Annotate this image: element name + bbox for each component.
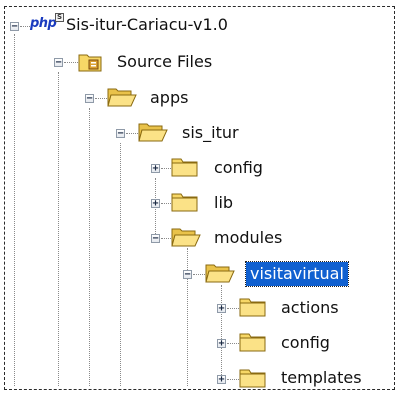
expand-toggle[interactable]: + <box>217 304 226 314</box>
tree-branch-line <box>227 308 239 309</box>
tree-node-label[interactable]: sis_itur <box>182 123 239 143</box>
project-name-label[interactable]: Sis-itur-Cariacu-v1.0 <box>66 15 228 35</box>
closed-folder-icon <box>239 367 267 393</box>
tree-branch-line <box>95 98 107 99</box>
open-folder-icon <box>205 262 235 288</box>
closed-folder-icon <box>171 156 199 182</box>
tree-node-label[interactable]: config <box>214 158 263 178</box>
php-project-subicon: S <box>55 13 64 22</box>
tree-node-label[interactable]: actions <box>281 298 339 318</box>
expand-toggle[interactable]: + <box>217 339 226 349</box>
collapse-toggle[interactable]: − <box>151 234 160 244</box>
collapse-toggle[interactable]: − <box>85 94 94 104</box>
tree-branch-line <box>161 238 171 239</box>
tree-branch-line <box>20 26 30 27</box>
collapse-toggle[interactable]: − <box>10 22 19 32</box>
tree-branch-line <box>64 62 78 63</box>
closed-folder-icon <box>239 296 267 322</box>
tree-guide-line <box>221 285 222 381</box>
tree-node-label[interactable]: Source Files <box>117 52 212 72</box>
open-folder-icon <box>171 226 201 252</box>
tree-node-label[interactable]: config <box>281 333 330 353</box>
selected-tree-node-label[interactable]: visitavirtual <box>245 261 349 287</box>
tree-node-label[interactable]: templates <box>281 368 362 388</box>
expand-toggle[interactable]: + <box>217 375 226 385</box>
tree-branch-line <box>126 133 138 134</box>
tree-branch-line <box>227 379 239 380</box>
tree-node-label[interactable]: lib <box>214 193 233 213</box>
source-files-folder-icon <box>78 51 104 77</box>
open-folder-icon <box>138 121 168 147</box>
collapse-toggle[interactable]: − <box>116 129 125 139</box>
tree-branch-line <box>227 343 239 344</box>
tree-guide-line <box>89 108 90 386</box>
tree-guide-line <box>14 34 15 386</box>
tree-branch-line <box>161 203 171 204</box>
tree-branch-line <box>193 274 205 275</box>
expand-toggle[interactable]: + <box>151 164 160 174</box>
php-project-icon: php <box>30 16 57 31</box>
tree-guide-line <box>120 143 121 386</box>
tree-node-label[interactable]: modules <box>214 228 282 248</box>
expand-toggle[interactable]: + <box>151 199 160 209</box>
tree-node-label[interactable]: apps <box>150 88 188 108</box>
open-folder-icon <box>107 86 137 112</box>
collapse-toggle[interactable]: − <box>54 58 63 68</box>
closed-folder-icon <box>239 331 267 357</box>
collapse-toggle[interactable]: − <box>183 270 192 280</box>
tree-branch-line <box>161 168 171 169</box>
tree-guide-line <box>58 72 59 386</box>
closed-folder-icon <box>171 191 199 217</box>
